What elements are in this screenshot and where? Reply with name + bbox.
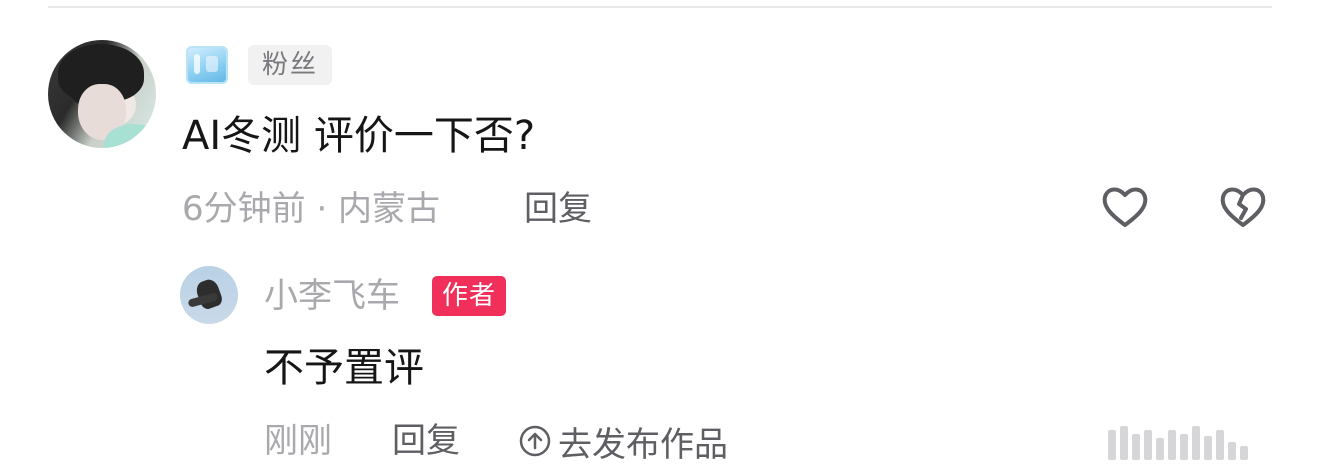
author-avatar[interactable] (180, 266, 238, 324)
fan-badge: 粉丝 (248, 45, 333, 85)
watermark-bar (1132, 434, 1140, 460)
author-badge: 作者 (432, 276, 507, 316)
heart-icon[interactable] (1100, 182, 1150, 232)
publish-work-link[interactable]: 去发布作品 (518, 418, 728, 465)
watermark-bar (1192, 426, 1200, 460)
watermark-bar (1216, 430, 1224, 460)
reply-time: 刚刚 (264, 421, 332, 461)
watermark-bar (1168, 430, 1176, 460)
circle-up-arrow-icon (519, 425, 551, 457)
reply-text: 不予置评 (264, 345, 424, 391)
watermark-bar (1180, 434, 1188, 460)
publish-work-label: 去发布作品 (558, 424, 728, 465)
reply-reply-button[interactable]: 回复 (392, 418, 460, 464)
commenter-avatar[interactable] (48, 40, 156, 148)
watermark-bar (1120, 426, 1128, 460)
comment-reply-button[interactable]: 回复 (524, 186, 592, 232)
watermark-bar (1108, 430, 1116, 460)
comment-time-location: 6分钟前 · 内蒙古 (182, 189, 441, 229)
broken-heart-icon[interactable] (1218, 182, 1268, 232)
watermark-bar (1204, 436, 1212, 460)
reply-username[interactable]: 小李飞车 (264, 274, 400, 318)
watermark-bar (1240, 446, 1248, 460)
top-divider (48, 6, 1272, 8)
comment-text: AI冬测 评价一下否? (182, 113, 536, 159)
watermark-bar (1156, 438, 1164, 460)
watermark-bar (1228, 442, 1236, 460)
watermark-bar (1144, 430, 1152, 460)
watermark-logo (1108, 424, 1308, 460)
ice-cube-badge-icon (186, 46, 228, 84)
